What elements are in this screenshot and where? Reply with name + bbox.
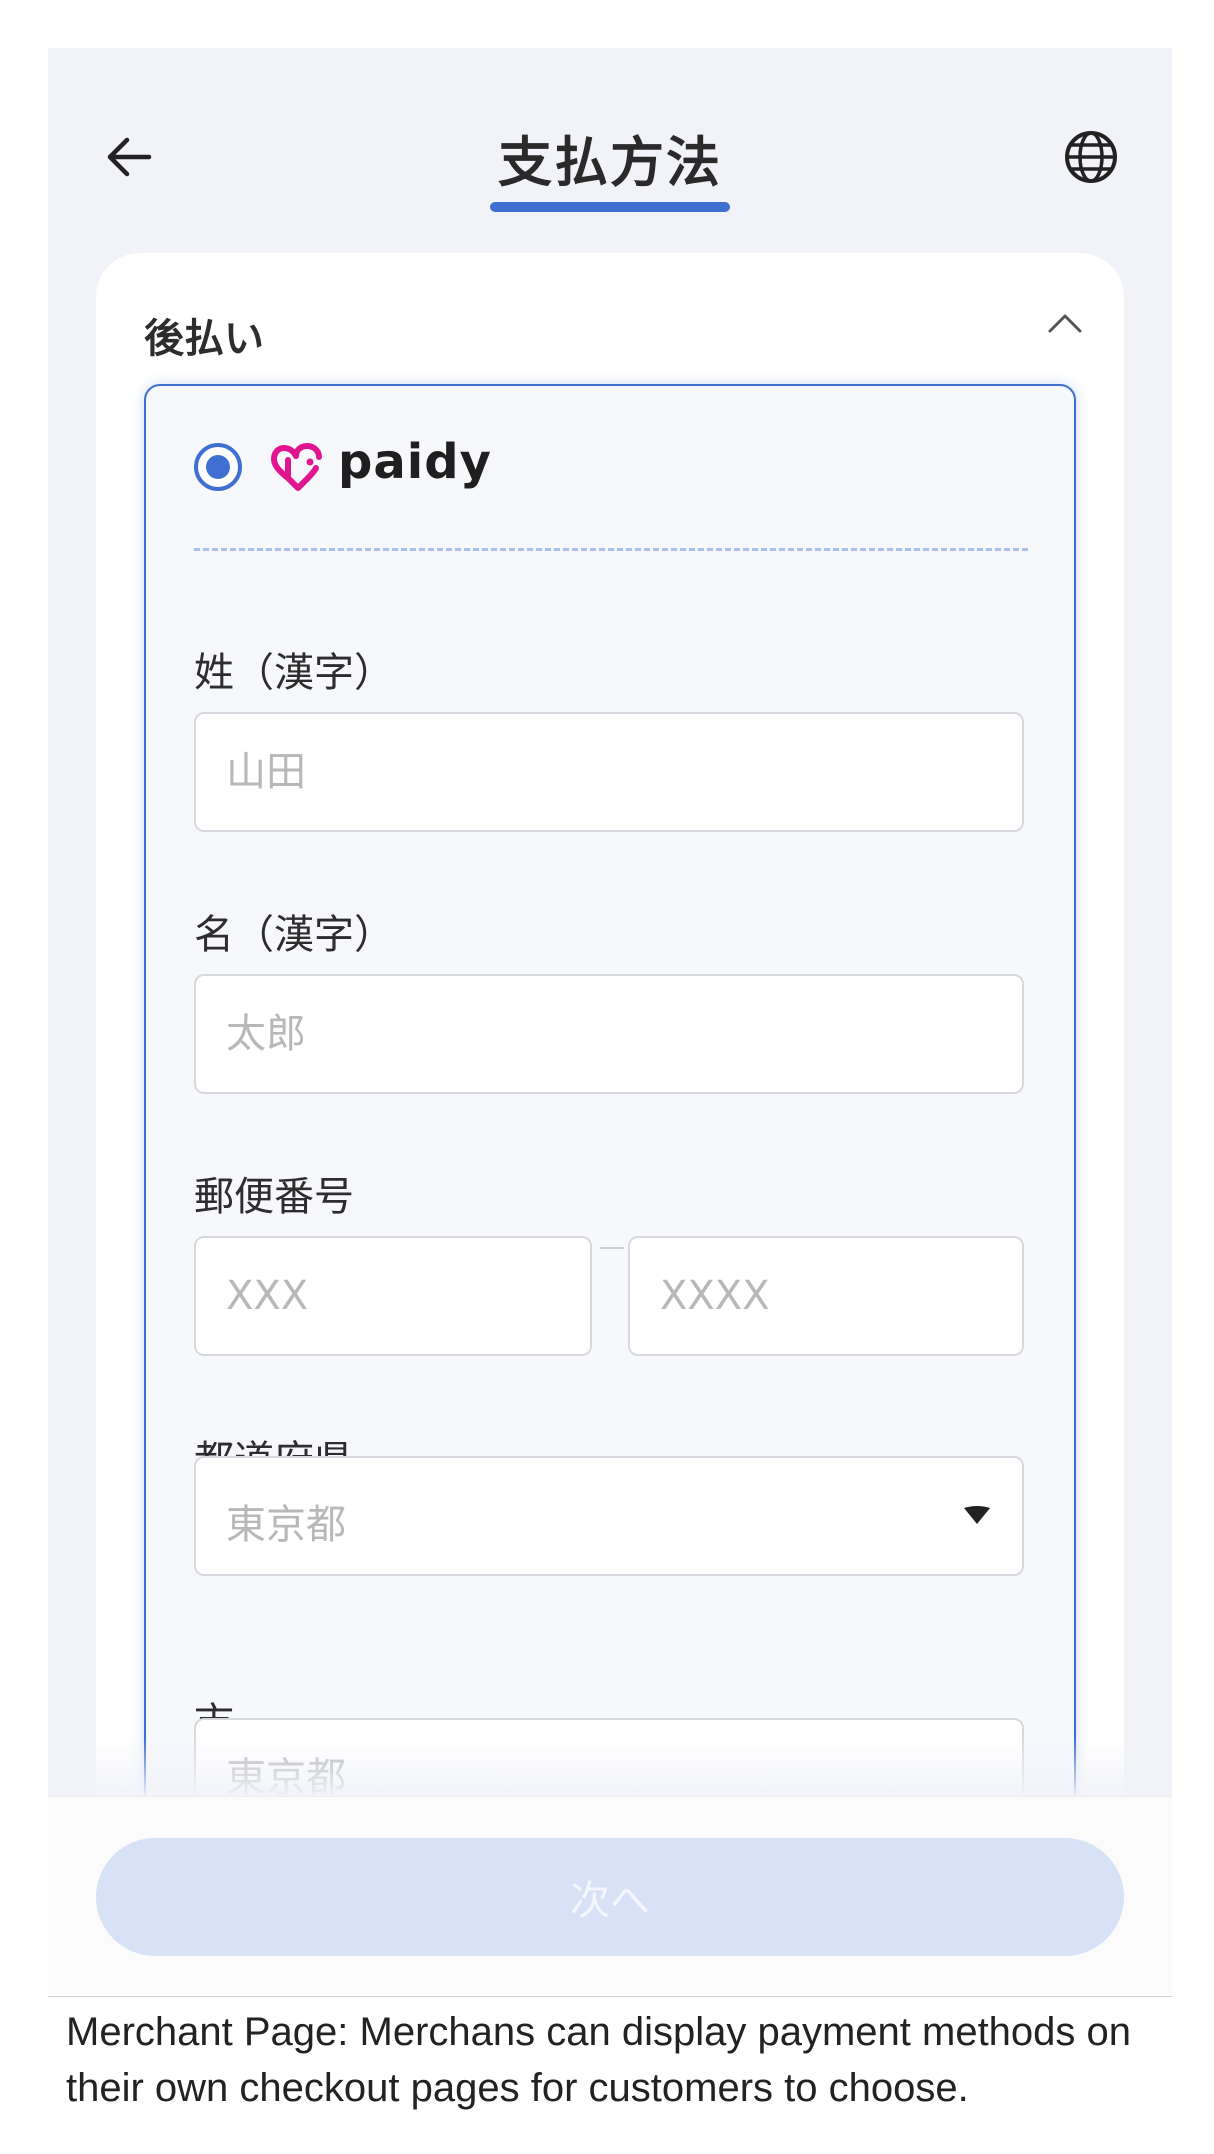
section-title: 後払い xyxy=(144,316,264,362)
prefecture-select[interactable]: 東京都 xyxy=(194,1456,1024,1576)
paidy-logo-icon xyxy=(271,442,322,491)
prefecture-selected-value: 東京都 xyxy=(226,1502,346,1548)
scroll-fade xyxy=(48,1738,1172,1796)
header: 支払方法 xyxy=(48,48,1172,248)
title-underline xyxy=(490,202,730,212)
language-button[interactable] xyxy=(1062,128,1120,186)
next-button[interactable]: 次へ xyxy=(96,1838,1124,1956)
postal-code-separator xyxy=(600,1247,624,1249)
globe-icon xyxy=(1065,131,1117,183)
caption-divider xyxy=(48,1996,1172,1997)
paidy-logo-text: paidy xyxy=(338,434,492,490)
first-name-input[interactable] xyxy=(194,974,1024,1094)
postal-code-part1-input[interactable] xyxy=(194,1236,592,1356)
last-name-input[interactable] xyxy=(194,712,1024,832)
first-name-label: 名（漢字） xyxy=(194,912,394,958)
page-title: 支払方法 xyxy=(498,131,722,194)
chevron-up-icon xyxy=(1048,314,1082,333)
caption-text: Merchant Page: Merchans can display paym… xyxy=(66,2010,1132,2110)
phone-frame: 支払方法 後払い paidy 姓（漢字） 山田 名（漢字） 太郎 郵便番号 XX… xyxy=(48,48,1172,1993)
checkout-screen: 支払方法 後払い paidy 姓（漢字） 山田 名（漢字） 太郎 郵便番号 XX… xyxy=(48,48,1172,1796)
last-name-label: 姓（漢字） xyxy=(194,650,394,696)
caret-down-icon xyxy=(964,1506,990,1524)
collapse-button[interactable] xyxy=(1040,303,1090,343)
postal-code-label: 郵便番号 xyxy=(194,1174,354,1220)
dashed-divider xyxy=(194,548,1028,551)
postal-code-part2-input[interactable] xyxy=(628,1236,1024,1356)
paidy-radio-button[interactable] xyxy=(194,443,242,491)
